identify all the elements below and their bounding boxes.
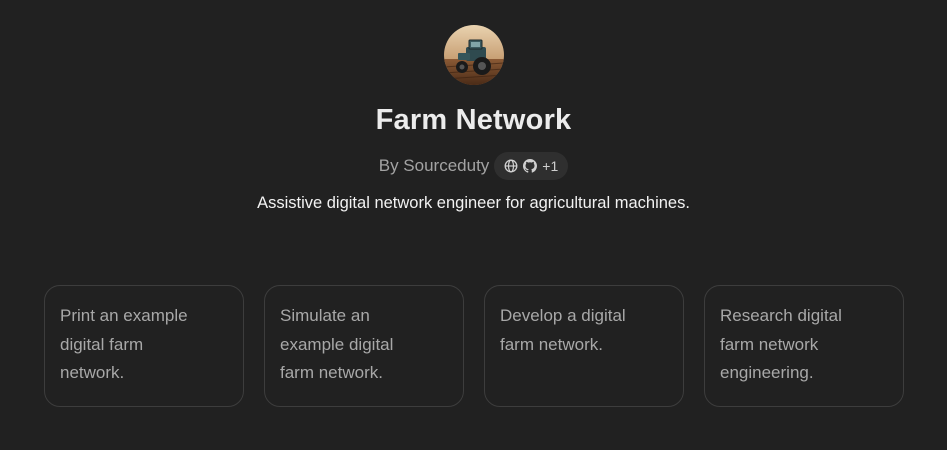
gpt-avatar [444,25,504,85]
gpt-profile-page: Farm Network By Sourceduty +1 Assistive … [0,0,947,450]
starter-card[interactable]: Develop a digital farm network. [484,285,684,407]
gpt-description: Assistive digital network engineer for a… [257,194,690,212]
gpt-name: Farm Network [375,104,572,136]
starter-card[interactable]: Research digital farm network engineerin… [704,285,904,407]
tractor-avatar-icon [444,25,504,85]
starter-label: Print an example digital farm network. [60,306,188,382]
author-line: By Sourceduty +1 [0,151,947,181]
author-links-badge[interactable]: +1 [494,152,569,180]
globe-icon [504,159,518,173]
starter-card[interactable]: Print an example digital farm network. [44,285,244,407]
starter-label: Develop a digital farm network. [500,306,626,354]
starter-label: Research digital farm network engineerin… [720,306,842,382]
conversation-starters: Print an example digital farm network. S… [44,285,904,407]
github-icon [523,159,538,173]
starter-card[interactable]: Simulate an example digital farm network… [264,285,464,407]
badge-more-count: +1 [542,158,559,174]
starter-label: Simulate an example digital farm network… [280,306,394,382]
author-name: By Sourceduty [378,156,490,175]
